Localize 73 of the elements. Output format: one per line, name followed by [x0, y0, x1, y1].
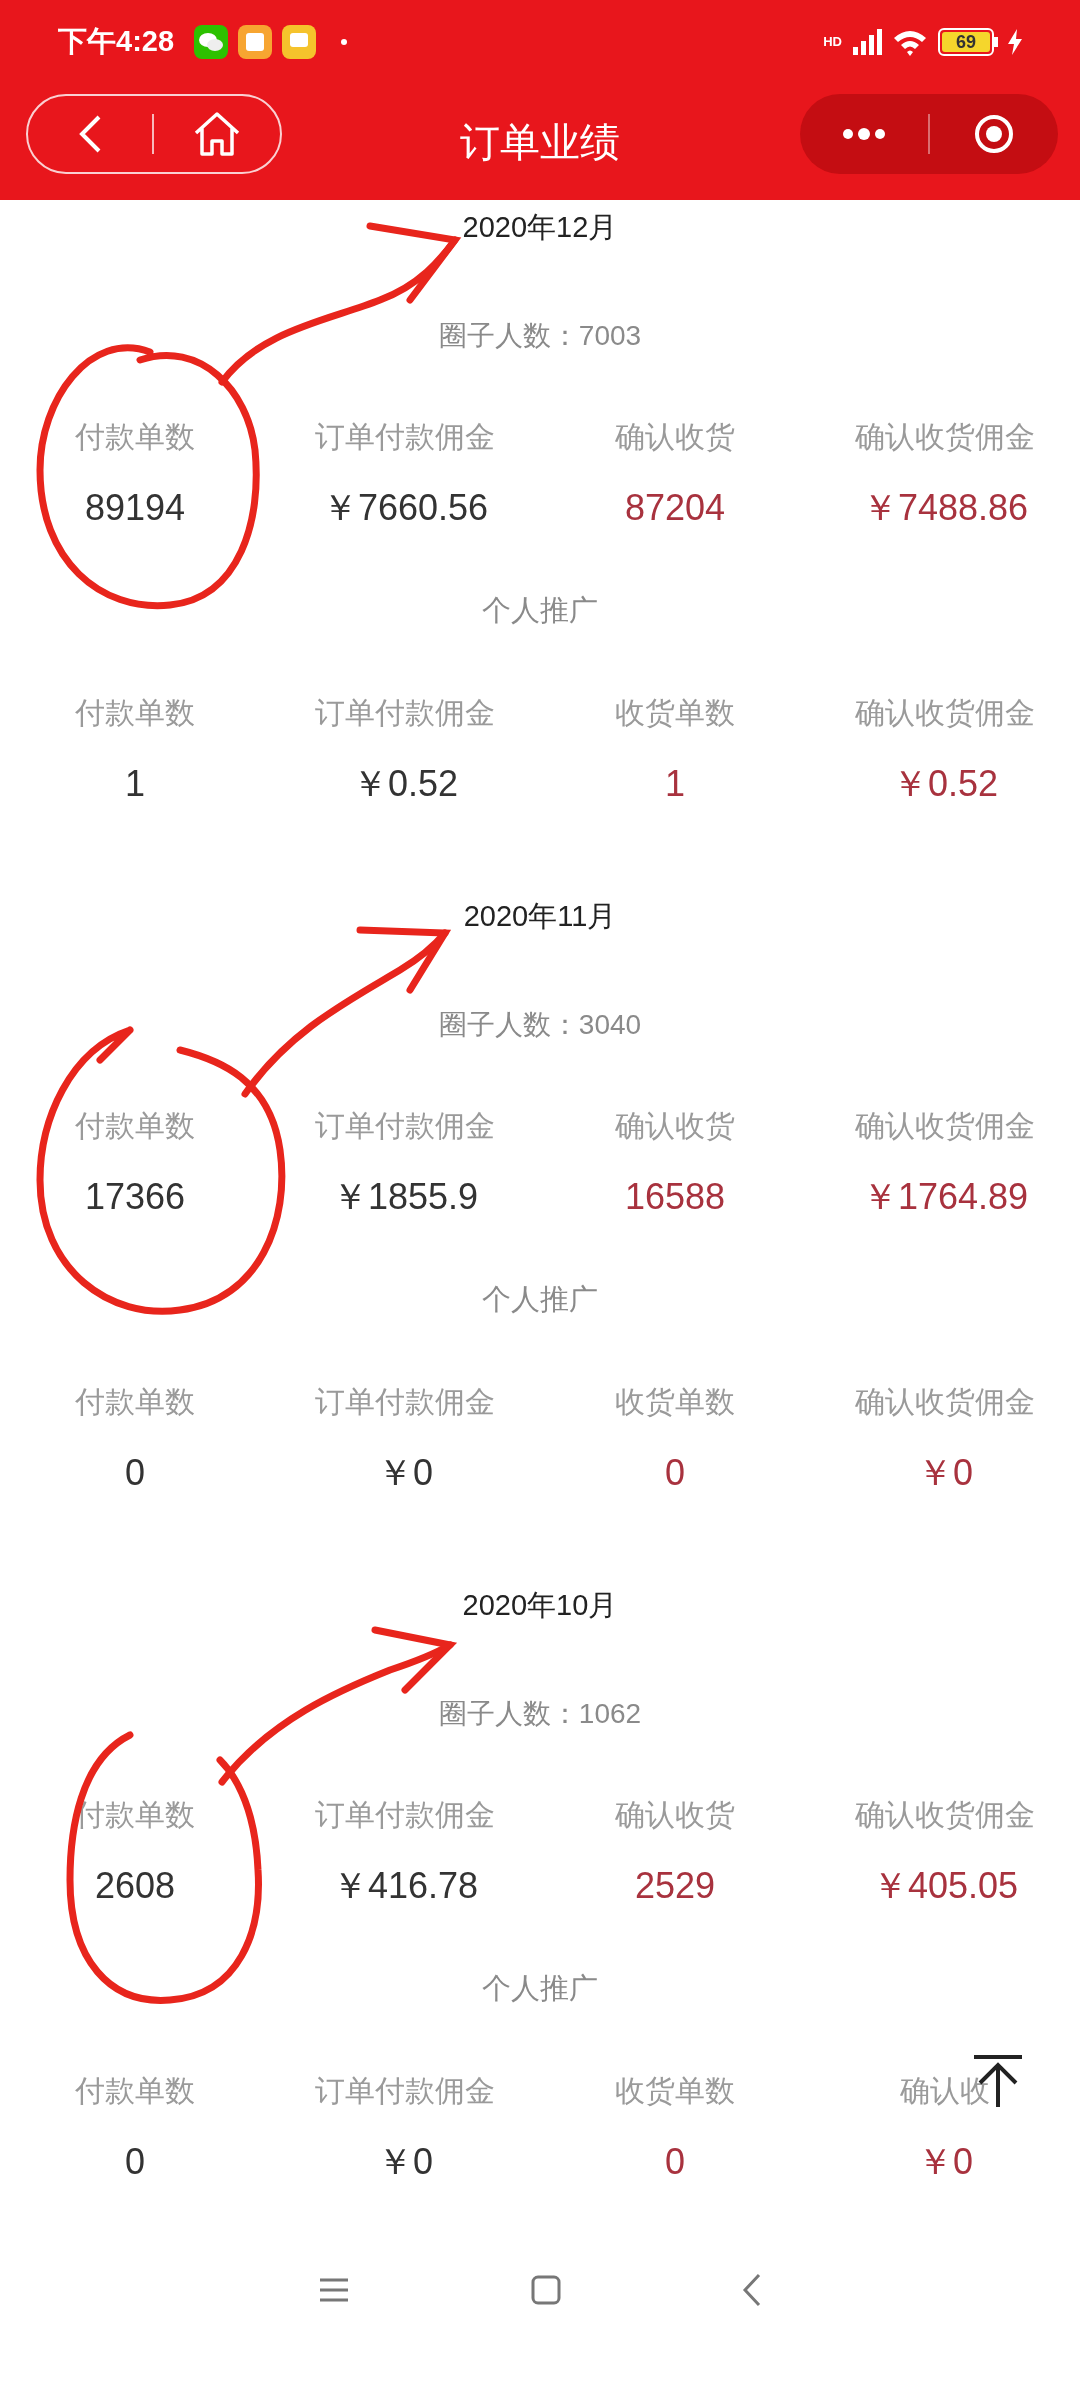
- member-count: 圈子人数：3040: [438, 1008, 642, 1042]
- stat-value: 16588: [624, 1175, 726, 1219]
- stat-label: 收货单数: [615, 1383, 735, 1420]
- menu-icon[interactable]: [318, 2277, 350, 2303]
- stat-value: ￥0: [377, 2140, 433, 2184]
- stat-label: 确认收货佣金: [855, 1383, 1035, 1420]
- stat-label: 付款单数: [75, 1383, 195, 1420]
- chat-app-icon: [194, 25, 229, 59]
- stat-label: 付款单数: [75, 1107, 195, 1144]
- back-icon[interactable]: [742, 2273, 762, 2307]
- member-count: 圈子人数：7003: [438, 319, 642, 353]
- home-icon[interactable]: [192, 111, 242, 157]
- stat-label: 订单付款佣金: [315, 1107, 495, 1144]
- stat-label: 确认收货佣金: [855, 1796, 1035, 1833]
- stat-label: 确认收货: [615, 418, 735, 455]
- stat-value: 0: [125, 1451, 145, 1495]
- stat-value: 0: [665, 2140, 685, 2184]
- member-count: 圈子人数：1062: [438, 1697, 642, 1731]
- stat-label: 收货单数: [615, 694, 735, 731]
- back-icon[interactable]: [77, 114, 103, 154]
- charging-icon: [1008, 29, 1022, 55]
- stat-value: ￥0: [917, 2140, 973, 2184]
- stat-label: 付款单数: [75, 418, 195, 455]
- stat-label: 确认收: [900, 2072, 990, 2109]
- stat-value: 89194: [84, 486, 186, 530]
- network-label: HD: [823, 33, 842, 52]
- stat-value: 2608: [94, 1864, 176, 1908]
- month-title: 2020年10月: [462, 1588, 618, 1624]
- page-title: 订单业绩: [460, 119, 620, 166]
- stat-label: 确认收货: [615, 1796, 735, 1833]
- stat-value: 1: [125, 762, 145, 806]
- stat-value: 1: [665, 762, 685, 806]
- stat-value: 17366: [84, 1175, 186, 1219]
- stat-label: 确认收货佣金: [855, 694, 1035, 731]
- stat-value: ￥0.52: [351, 762, 459, 806]
- section-title: 个人推广: [482, 1971, 598, 2007]
- stat-value: ￥0.52: [891, 762, 999, 806]
- signal-icon: [852, 29, 882, 55]
- stat-value: ￥7488.86: [861, 486, 1029, 530]
- home-icon[interactable]: [530, 2274, 562, 2306]
- stat-label: 收货单数: [615, 2072, 735, 2109]
- app-icon: [282, 25, 317, 59]
- stat-value: ￥1855.9: [331, 1175, 479, 1219]
- stat-label: 订单付款佣金: [315, 1796, 495, 1833]
- stat-label: 付款单数: [75, 694, 195, 731]
- month-title: 2020年12月: [462, 210, 618, 246]
- notification-dot-icon: [340, 38, 349, 46]
- target-icon[interactable]: [973, 113, 1015, 155]
- app-icon: [238, 25, 273, 59]
- stat-label: 确认收货佣金: [855, 1107, 1035, 1144]
- stat-label: 确认收货: [615, 1107, 735, 1144]
- stat-value: ￥1764.89: [861, 1175, 1029, 1219]
- stat-value: 0: [665, 1451, 685, 1495]
- stat-value: ￥0: [917, 1451, 973, 1495]
- more-icon[interactable]: [842, 128, 886, 140]
- month-title: 2020年11月: [463, 899, 617, 935]
- stat-label: 订单付款佣金: [315, 2072, 495, 2109]
- stat-value: ￥416.78: [331, 1864, 479, 1908]
- section-title: 个人推广: [482, 593, 598, 629]
- stat-value: 87204: [624, 486, 726, 530]
- stat-value: 2529: [634, 1864, 716, 1908]
- stat-label: 确认收货佣金: [855, 418, 1035, 455]
- stat-value: ￥405.05: [871, 1864, 1019, 1908]
- status-time: 下午4:28: [58, 24, 175, 60]
- wifi-icon: [892, 28, 928, 56]
- stat-value: ￥7660.56: [321, 486, 489, 530]
- stat-value: ￥0: [377, 1451, 433, 1495]
- stat-label: 付款单数: [75, 2072, 195, 2109]
- stat-label: 订单付款佣金: [315, 418, 495, 455]
- stat-label: 订单付款佣金: [315, 694, 495, 731]
- stat-value: 0: [125, 2140, 145, 2184]
- section-title: 个人推广: [482, 1282, 598, 1318]
- stat-label: 订单付款佣金: [315, 1383, 495, 1420]
